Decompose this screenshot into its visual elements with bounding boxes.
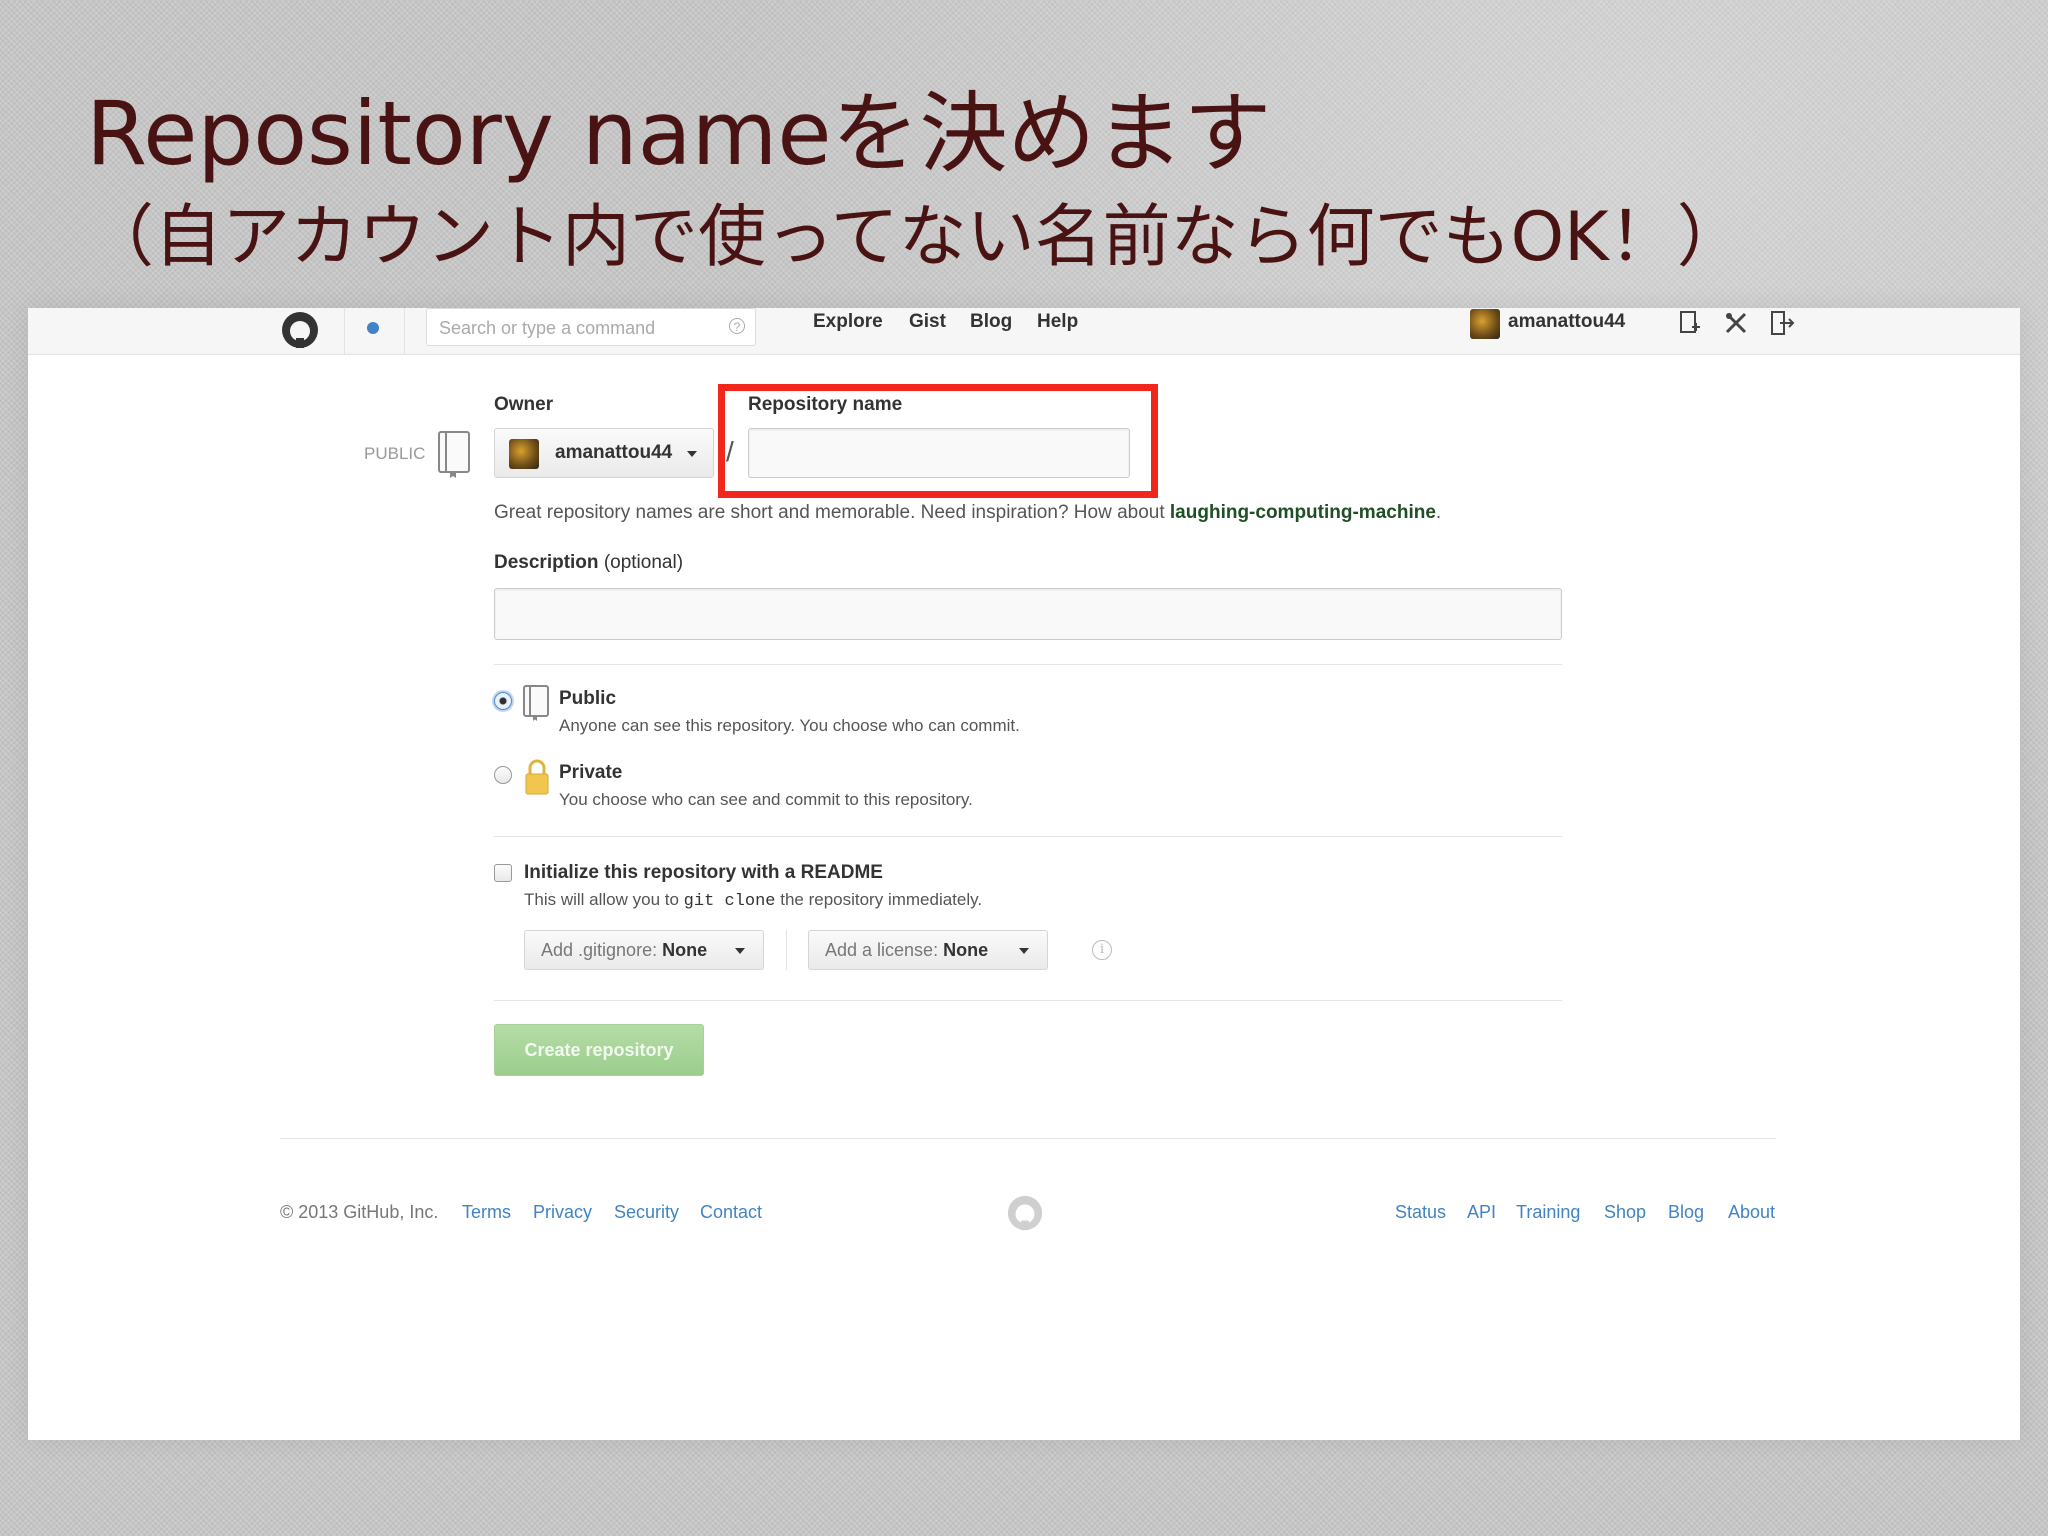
init-readme-title[interactable]: Initialize this repository with a README [524,862,883,884]
public-radio[interactable] [494,692,512,710]
repo-name-hint: Great repository names are short and mem… [494,502,1441,524]
help-icon[interactable]: ? [729,318,745,334]
public-tag: PUBLIC [364,444,426,463]
owner-dropdown[interactable]: amanattou44 [494,428,714,478]
notification-dot-icon[interactable] [367,322,379,334]
init-desc-suffix: the repository immediately. [775,890,983,909]
header-username[interactable]: amanattou44 [1508,311,1625,333]
footer-divider [280,1138,1776,1139]
search-input[interactable] [437,315,721,341]
init-desc-code: git clone [683,892,776,911]
sign-out-icon[interactable] [1768,309,1796,337]
description-label: Description (optional) [494,552,683,574]
gitignore-value: None [662,940,708,960]
license-dropdown[interactable]: Add a license: None [808,930,1048,970]
github-octocat-icon[interactable] [280,310,320,350]
hint-suffix: . [1435,502,1442,523]
repo-book-icon [523,685,549,721]
public-option-title: Public [559,688,617,709]
caret-down-icon [735,948,745,954]
top-bar: ? Explore Gist Blog Help amanattou44 [28,308,2020,355]
footer-link-contact[interactable]: Contact [700,1202,762,1223]
slide-subtitle: （自アカウント内で使ってない名前なら何でもOK！） [86,198,1745,277]
nav-explore[interactable]: Explore [813,311,883,333]
owner-label: Owner [494,394,554,415]
settings-tools-icon[interactable] [1722,309,1750,337]
private-radio[interactable] [494,766,512,784]
footer-link-training[interactable]: Training [1516,1202,1580,1223]
hint-text: Great repository names are short and mem… [494,502,1170,523]
create-new-icon[interactable] [1676,309,1704,337]
footer-link-blog[interactable]: Blog [1668,1202,1704,1223]
select-divider [786,930,787,970]
description-input[interactable] [494,588,1562,640]
caret-down-icon [1019,948,1029,954]
init-readme-desc: This will allow you to git clone the rep… [524,890,982,911]
gitignore-label: Add .gitignore: [541,940,658,960]
info-icon[interactable]: i [1092,940,1112,960]
description-label-text: Description [494,552,599,573]
footer-link-privacy[interactable]: Privacy [533,1202,592,1223]
topbar-divider [344,308,345,354]
private-option-title: Private [559,762,623,783]
footer-link-about[interactable]: About [1728,1202,1775,1223]
create-repository-button[interactable]: Create repository [494,1024,704,1076]
public-option-desc: Anyone can see this repository. You choo… [559,716,1020,735]
divider [494,1000,1562,1001]
init-readme-checkbox[interactable] [494,864,512,882]
footer-link-status[interactable]: Status [1395,1202,1446,1223]
license-label: Add a license: [825,940,939,960]
description-optional: (optional) [603,552,684,573]
screenshot-panel: ? Explore Gist Blog Help amanattou44 Own… [28,308,2020,1440]
nav-help[interactable]: Help [1037,311,1078,333]
nav-gist[interactable]: Gist [909,311,946,333]
footer-link-security[interactable]: Security [614,1202,679,1223]
repo-book-icon [438,431,470,478]
footer-link-terms[interactable]: Terms [462,1202,511,1223]
copyright: © 2013 GitHub, Inc. [280,1202,439,1222]
footer-link-api[interactable]: API [1467,1202,1496,1223]
hint-suggestion[interactable]: laughing-computing-machine [1170,502,1436,523]
owner-name: amanattou44 [555,442,673,463]
init-desc-text: This will allow you to [524,890,684,909]
avatar[interactable] [1470,309,1500,339]
nav-blog[interactable]: Blog [970,311,1012,333]
divider [494,836,1562,837]
private-option-desc: You choose who can see and commit to thi… [559,790,973,809]
slide-title: Repository nameを決めます [86,82,1272,185]
divider [494,664,1562,665]
repo-name-highlight [718,384,1158,498]
lock-icon [525,759,549,795]
owner-avatar [509,439,539,469]
command-search[interactable]: ? [426,308,756,346]
github-octocat-icon[interactable] [1006,1194,1044,1232]
footer-link-shop[interactable]: Shop [1604,1202,1646,1223]
caret-down-icon [687,451,697,457]
topbar-divider [404,308,405,354]
gitignore-dropdown[interactable]: Add .gitignore: None [524,930,764,970]
license-value: None [943,940,989,960]
